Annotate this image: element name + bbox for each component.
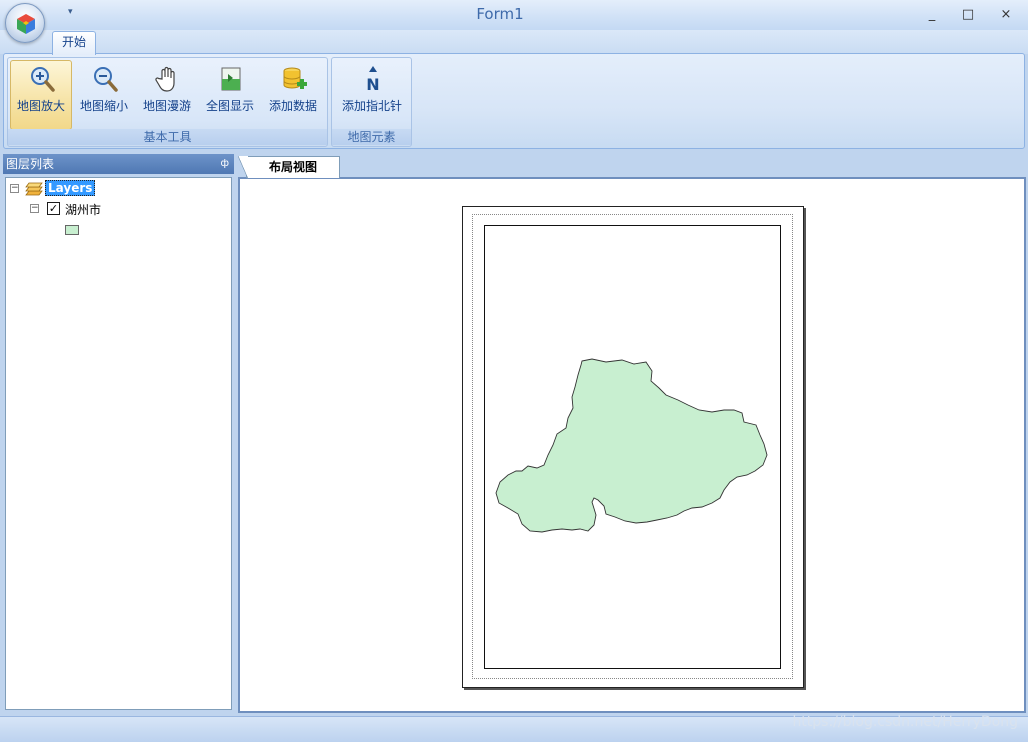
layers-root-label[interactable]: Layers [45, 180, 96, 196]
tree-collapse-layer[interactable]: − [30, 204, 39, 213]
pan-hand-icon [155, 66, 175, 92]
svg-text:N: N [366, 75, 379, 93]
group-label-map-elements: 地图元素 [332, 129, 411, 145]
add-north-arrow-button[interactable]: N 添加指北针 [340, 60, 404, 130]
zoom-out-button[interactable]: 地图缩小 [73, 60, 135, 130]
zoom-out-icon [94, 67, 118, 92]
document-tab-strip [238, 154, 1025, 178]
title-bar: ▾ Form1 _ □ × [0, 0, 1028, 30]
layer-label[interactable]: 湖州市 [65, 201, 101, 218]
zoom-in-icon [31, 67, 55, 92]
zoom-in-button[interactable]: 地图放大 [10, 60, 72, 130]
add-north-arrow-label: 添加指北针 [341, 99, 402, 113]
zoom-in-label: 地图放大 [16, 99, 65, 113]
layer-visibility-checkbox[interactable]: ✓ [47, 202, 60, 215]
pan-button[interactable]: 地图漫游 [136, 60, 198, 130]
layer-panel-header: 图层列表 ф [3, 154, 234, 174]
minimize-button[interactable]: _ [920, 5, 944, 25]
tab-layout-view[interactable]: 布局视图 [238, 156, 340, 179]
application-menu-button[interactable] [5, 3, 45, 43]
huzhou-polygon [495, 358, 768, 533]
maximize-button[interactable]: □ [956, 5, 980, 25]
add-data-label: 添加数据 [268, 99, 317, 113]
tree-collapse-root[interactable]: − [10, 184, 19, 193]
ribbon-panel: 地图放大 地图缩小 地图漫游 全图显示 添加数据 基本工具 N 添加指北针 地图… [3, 53, 1025, 149]
window-title: Form1 [476, 5, 524, 23]
pin-icon[interactable]: ф [220, 154, 229, 174]
add-data-button[interactable]: 添加数据 [262, 60, 324, 130]
ribbon-group-map-elements: N 添加指北针 地图元素 [331, 57, 412, 147]
ribbon-tab-row [0, 30, 1028, 54]
full-extent-icon [221, 67, 241, 91]
zoom-out-label: 地图缩小 [79, 99, 128, 113]
tab-home[interactable]: 开始 [52, 31, 96, 55]
layers-stack-icon [25, 182, 43, 196]
add-data-icon [283, 67, 307, 89]
group-label-basic-tools: 基本工具 [8, 129, 327, 145]
pan-label: 地图漫游 [142, 99, 191, 113]
layer-panel-title: 图层列表 [6, 157, 55, 171]
north-arrow-icon: N [366, 66, 380, 93]
layer-symbol-swatch [65, 225, 79, 235]
ribbon-group-basic-tools: 地图放大 地图缩小 地图漫游 全图显示 添加数据 基本工具 [7, 57, 328, 147]
watermark-text: https://blog.csdn.net/HerryDong [792, 714, 1018, 730]
full-extent-label: 全图显示 [205, 99, 254, 113]
app-logo-icon [17, 14, 35, 34]
close-button[interactable]: × [994, 5, 1018, 25]
full-extent-button[interactable]: 全图显示 [199, 60, 261, 130]
layer-tree: − Layers − ✓ 湖州市 [5, 177, 232, 710]
map-display [495, 358, 768, 533]
